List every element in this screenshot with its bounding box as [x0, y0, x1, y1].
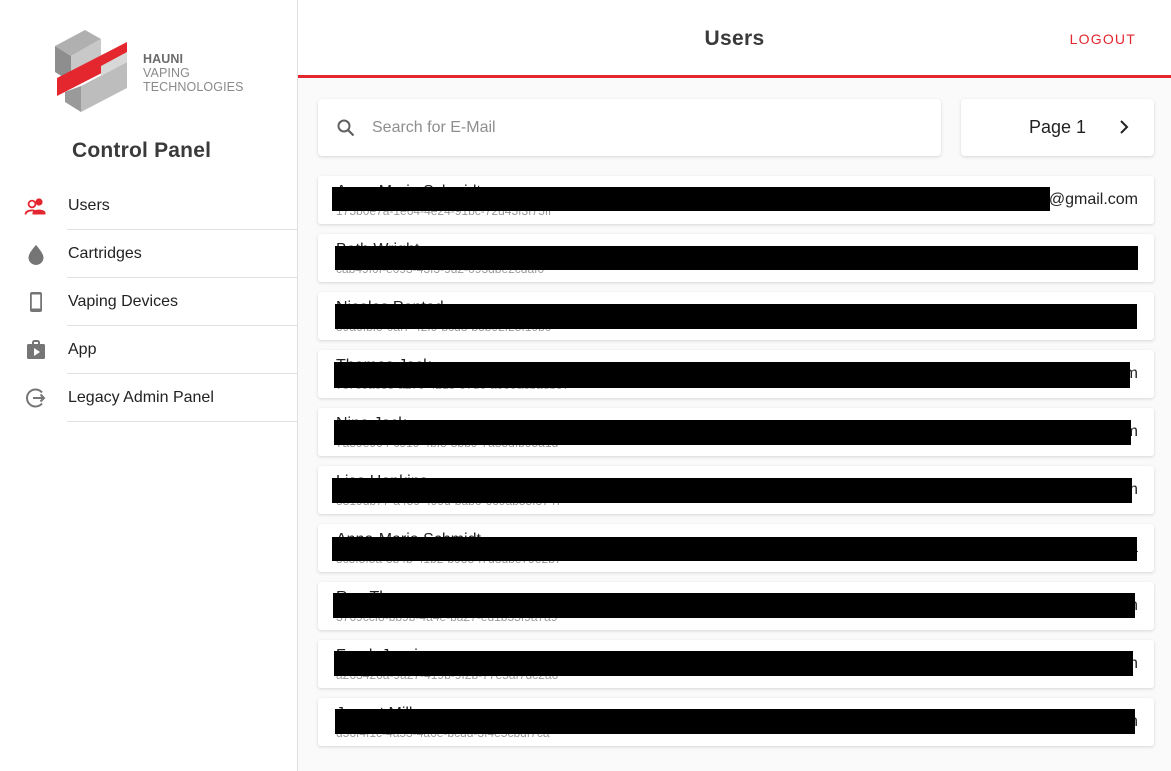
search-input[interactable] [372, 114, 912, 142]
search-box [318, 99, 941, 156]
user-row[interactable]: Jannet Miller d56f4f1c-4a53-4a6e-bcdd-3f… [318, 698, 1154, 746]
pagination: Page 1 [961, 99, 1154, 156]
redaction-bar [333, 593, 1135, 618]
sidebar-item-label: Cartridges [68, 245, 142, 262]
page-indicator: Page 1 [1029, 117, 1087, 137]
divider [67, 421, 297, 422]
logout-circle-icon [24, 386, 48, 410]
redaction-bar [332, 187, 1050, 211]
hauni-logo: HAUNI VAPING TECHNOLOGIES [55, 30, 255, 115]
sidebar-item-vaping-devices[interactable]: Vaping Devices [0, 278, 297, 326]
logo-text: HAUNI VAPING TECHNOLOGIES [143, 52, 244, 94]
drop-icon [24, 242, 48, 266]
redaction-bar [335, 709, 1135, 734]
redaction-bar [334, 362, 1130, 388]
user-row[interactable]: Frank Jessie a263426a-9a27-419b-9f2b-77e… [318, 640, 1154, 688]
shop-bag-icon [24, 338, 48, 362]
user-row[interactable]: Anna-Marie Schmidt 3c8f5f5a-3b4b-41b2-b9… [318, 524, 1154, 572]
user-row[interactable]: Ron Thomas 3769ccf8-bb9b-4a4e-ba27-ed1b5… [318, 582, 1154, 630]
user-row[interactable]: Beth Wright cab49f0f-e093-43f3-9d2-093db… [318, 234, 1154, 282]
user-list: Anna-Marie Schmidt 175b0e7a-1e64-4e24-91… [318, 176, 1154, 756]
hauni-logo-mark-icon [55, 30, 127, 112]
sidebar: HAUNI VAPING TECHNOLOGIES Control Panel … [0, 0, 298, 771]
sidebar-item-label: App [68, 341, 97, 358]
redaction-bar [335, 304, 1137, 329]
control-panel-title: Control Panel [72, 139, 212, 162]
sidebar-item-legacy-admin-panel[interactable]: Legacy Admin Panel [0, 374, 297, 422]
sidebar-item-users[interactable]: Users [0, 182, 297, 230]
sidebar-item-cartridges[interactable]: Cartridges [0, 230, 297, 278]
sidebar-item-app[interactable]: App [0, 326, 297, 374]
redaction-bar [335, 246, 1138, 270]
redaction-bar [332, 478, 1132, 503]
user-row[interactable]: Lisa Hopkins 3319db77-a459-499d-bab6-669… [318, 466, 1154, 514]
redaction-bar [332, 537, 1137, 561]
user-row[interactable]: Anna-Marie Schmidt 175b0e7a-1e64-4e24-91… [318, 176, 1154, 224]
user-row[interactable]: Nina Jack 7a59e964-c919-4bf3-8bb9-7a85df… [318, 408, 1154, 456]
sidebar-item-label: Vaping Devices [68, 293, 178, 310]
page-title: Users [704, 27, 765, 50]
logout-button[interactable]: LOGOUT [1070, 31, 1136, 47]
search-icon [336, 118, 356, 138]
users-icon [24, 194, 48, 218]
logo-line-2: VAPING [143, 66, 190, 80]
sidebar-item-label: Users [68, 197, 110, 214]
chevron-right-icon[interactable] [1113, 116, 1135, 138]
logo-line-1: HAUNI [143, 52, 184, 66]
sidebar-item-label: Legacy Admin Panel [68, 389, 214, 406]
user-email: @gmail.com [1048, 191, 1138, 208]
sidebar-nav: Users Cartridges Vaping Devices App Lega… [0, 182, 297, 422]
user-row[interactable]: Nicolas Pentad 39a6fbf3-0af7-42f9-bcd8-b… [318, 292, 1154, 340]
logo-line-3: TECHNOLOGIES [143, 80, 244, 94]
redaction-bar [334, 651, 1133, 676]
top-header: Users LOGOUT [298, 0, 1171, 78]
redaction-bar [334, 420, 1131, 445]
user-row[interactable]: Thomas Jack 7c7c0ac83-a270-4219-97d0-a99… [318, 350, 1154, 398]
phone-icon [24, 290, 48, 314]
